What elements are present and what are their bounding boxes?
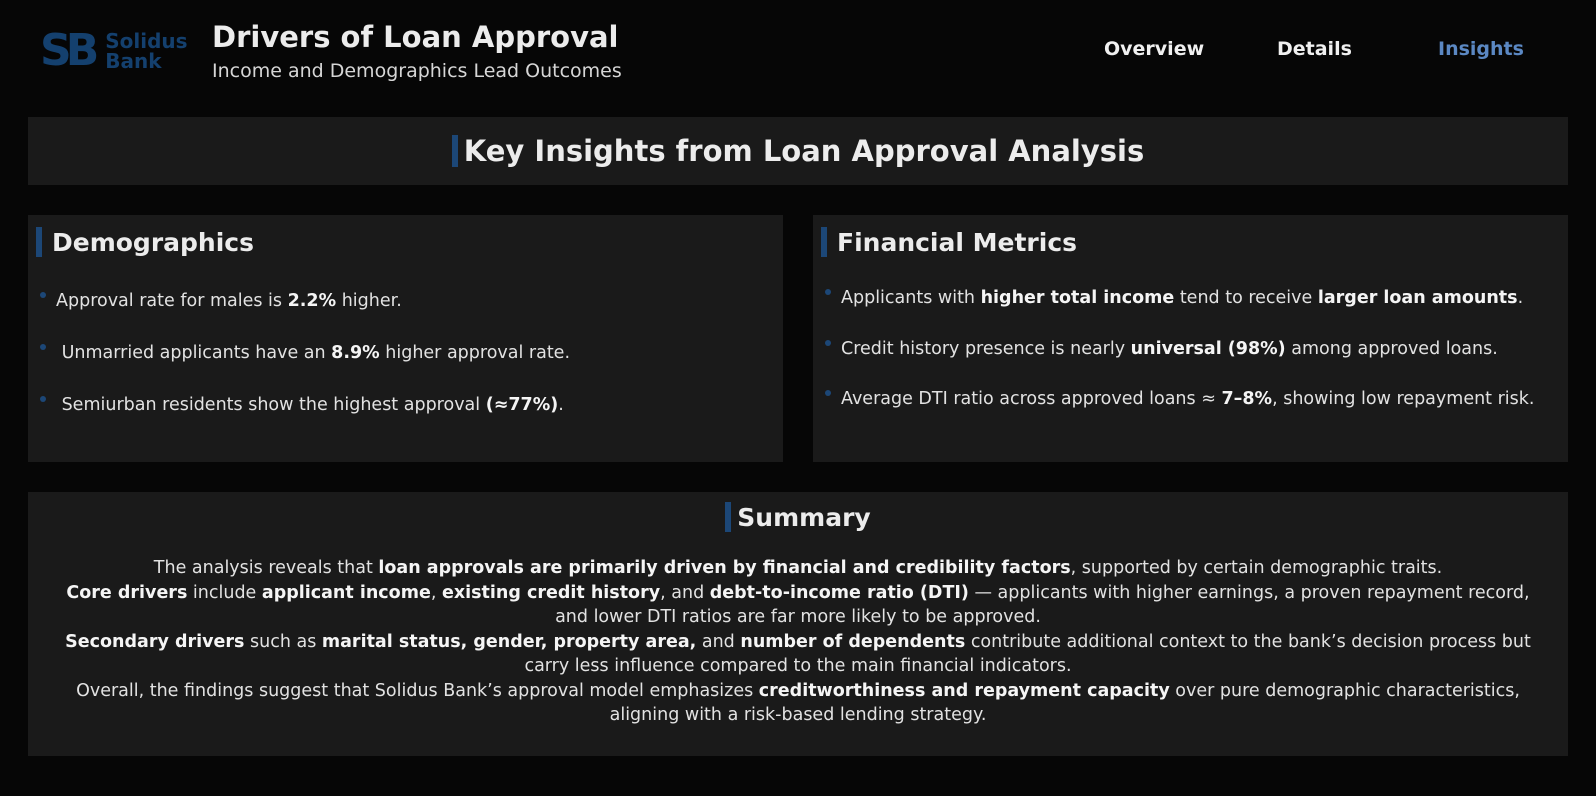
summary-highlight: debt-to-income ratio (DTI) <box>709 582 969 603</box>
list-item: Approval rate for males is 2.2% higher. <box>40 291 402 311</box>
financial-metrics-card: Financial Metrics Applicants with higher… <box>813 215 1568 462</box>
summary-title: Summary <box>737 502 871 532</box>
summary-highlight: applicant income <box>261 582 431 603</box>
bullet-highlight: 2.2% <box>287 291 337 311</box>
financial-heading: Financial Metrics <box>821 227 1077 257</box>
summary-span: include <box>187 582 262 603</box>
accent-bar <box>36 227 42 257</box>
summary-card: Summary The analysis reveals that loan a… <box>28 492 1568 756</box>
summary-span: Overall, the findings suggest that Solid… <box>76 680 759 701</box>
summary-span: The analysis reveals that <box>153 558 379 578</box>
bullet-text: . <box>1517 288 1524 308</box>
bullet-text: Unmarried applicants have an <box>61 343 332 363</box>
bullet-text: Applicants with <box>841 288 981 308</box>
nav-insights[interactable]: Insights <box>1438 38 1524 60</box>
bullet-highlight: universal (98%) <box>1130 339 1286 359</box>
summary-span: , <box>430 582 442 603</box>
list-item: Unmarried applicants have an 8.9% higher… <box>40 343 570 363</box>
summary-paragraph: Overall, the findings suggest that Solid… <box>48 679 1548 728</box>
list-item: Average DTI ratio across approved loans … <box>825 389 1534 409</box>
bullet-highlight: higher total income <box>980 288 1175 308</box>
nav-details[interactable]: Details <box>1277 38 1352 60</box>
bullet-text: higher. <box>336 291 402 311</box>
accent-bar <box>725 502 732 532</box>
bullet-text: among approved loans. <box>1285 339 1498 359</box>
summary-span: , and <box>660 582 710 603</box>
bullet-text: Average DTI ratio across approved loans … <box>841 389 1222 409</box>
summary-highlight: creditworthiness and repayment capacity <box>758 680 1170 701</box>
list-item: Applicants with higher total income tend… <box>825 288 1523 308</box>
bullet-text: Credit history presence is nearly <box>841 339 1131 359</box>
bullet-icon <box>825 340 831 346</box>
summary-text: The analysis reveals that loan approvals… <box>48 556 1548 728</box>
nav-overview[interactable]: Overview <box>1104 38 1204 60</box>
demographics-title: Demographics <box>52 227 254 257</box>
insights-banner: Key Insights from Loan Approval Analysis <box>28 117 1568 185</box>
summary-span: , supported by certain demographic trait… <box>1070 558 1443 578</box>
bullet-icon <box>825 390 831 396</box>
bullet-text: , showing low repayment risk. <box>1272 389 1535 409</box>
banner-heading: Key Insights from Loan Approval Analysis <box>451 134 1145 168</box>
logo-mark: SB <box>40 25 99 76</box>
bullet-text: . <box>558 395 564 415</box>
bullet-highlight: 8.9% <box>331 343 380 363</box>
page-title: Drivers of Loan Approval <box>212 20 619 54</box>
summary-paragraph: The analysis reveals that loan approvals… <box>48 556 1548 581</box>
bullet-icon <box>40 292 46 298</box>
summary-highlight: loan approvals are primarily driven by f… <box>378 558 1071 578</box>
summary-highlight: Core drivers <box>66 582 188 603</box>
header: SB Solidus Bank Drivers of Loan Approval… <box>0 0 1596 110</box>
demographics-card: Demographics Approval rate for males is … <box>28 215 783 462</box>
accent-bar <box>451 135 458 167</box>
logo-text: Solidus Bank <box>105 31 187 71</box>
list-item: Semiurban residents show the highest app… <box>40 395 564 415</box>
summary-span: and <box>696 631 741 652</box>
page-subtitle: Income and Demographics Lead Outcomes <box>212 60 622 82</box>
accent-bar <box>821 227 827 257</box>
list-item: Credit history presence is nearly univer… <box>825 339 1498 359</box>
bullet-icon <box>40 344 46 350</box>
bullet-highlight: 7–8% <box>1221 389 1273 409</box>
bullet-text: Semiurban residents show the highest app… <box>61 395 486 415</box>
summary-highlight: existing credit history <box>441 582 661 603</box>
bullet-icon <box>40 396 46 402</box>
logo-line2: Bank <box>105 49 162 73</box>
banner-title: Key Insights from Loan Approval Analysis <box>463 134 1145 168</box>
bullet-highlight: larger loan amounts <box>1317 288 1518 308</box>
summary-span: such as <box>244 631 322 652</box>
financial-title: Financial Metrics <box>837 227 1078 257</box>
summary-highlight: marital status, gender, property area, <box>321 631 697 652</box>
bullet-text: tend to receive <box>1174 288 1318 308</box>
bullet-icon <box>825 289 831 295</box>
summary-highlight: Secondary drivers <box>65 631 245 652</box>
summary-paragraph: Secondary drivers such as marital status… <box>48 630 1548 679</box>
summary-paragraph: Core drivers include applicant income, e… <box>48 581 1548 630</box>
summary-highlight: number of dependents <box>740 631 966 652</box>
bullet-text: Approval rate for males is <box>56 291 288 311</box>
demographics-heading: Demographics <box>36 227 254 257</box>
solidus-bank-logo: SB Solidus Bank <box>40 28 188 74</box>
bullet-highlight: (≈77%) <box>485 395 559 415</box>
bullet-text: higher approval rate. <box>379 343 571 363</box>
summary-heading: Summary <box>28 502 1568 532</box>
